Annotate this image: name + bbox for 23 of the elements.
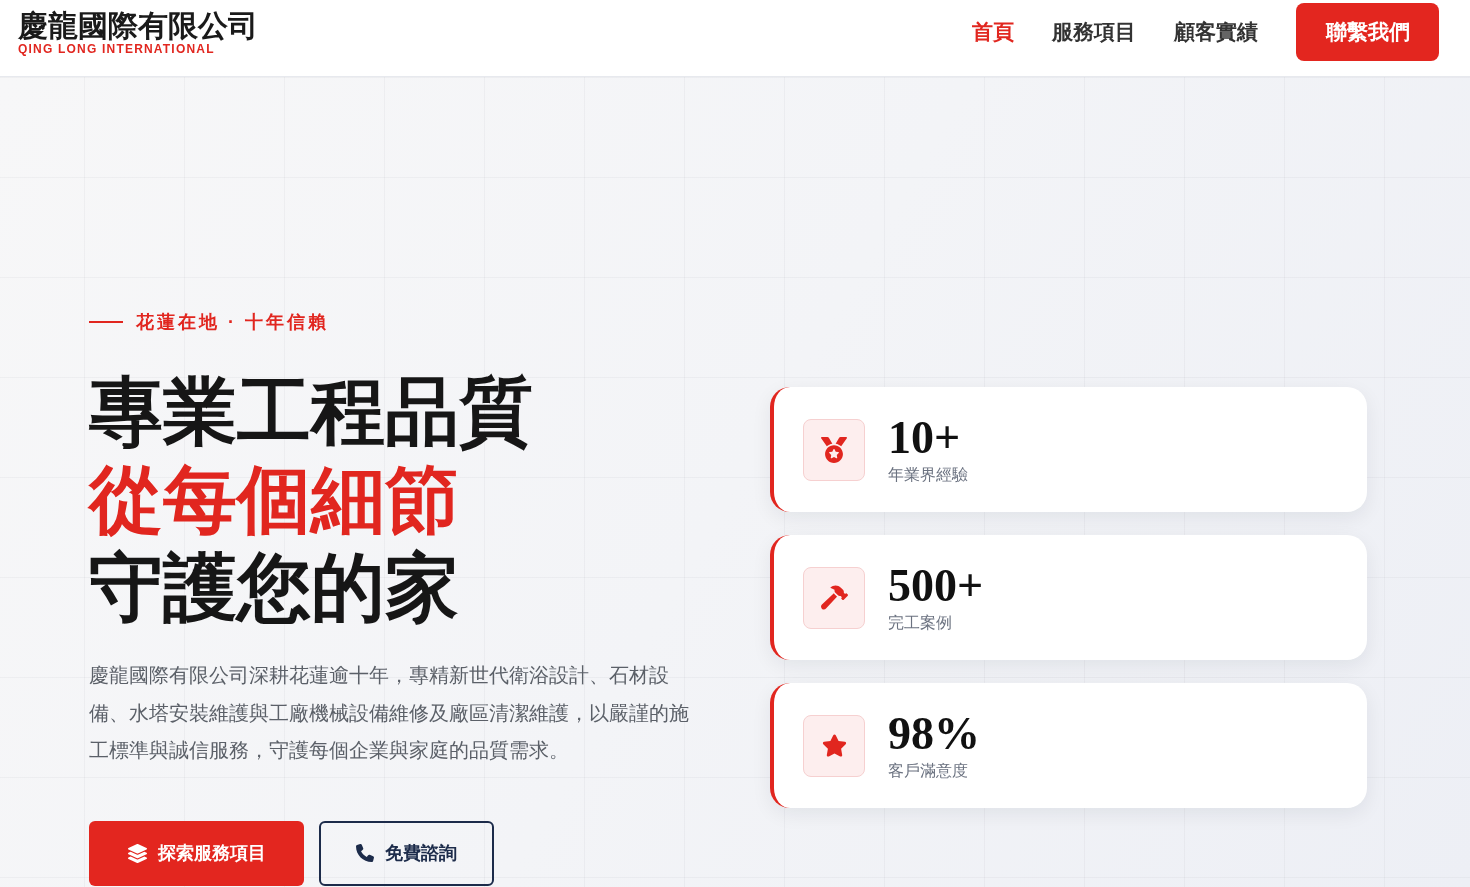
company-name: 慶龍國際有限公司 <box>18 8 258 42</box>
contact-button[interactable]: 聯繫我們 <box>1296 3 1439 61</box>
phone-icon <box>356 844 374 862</box>
nav-link[interactable]: 首頁 <box>972 16 1014 48</box>
nav-link[interactable]: 服務項目 <box>1052 16 1136 48</box>
hammer-icon <box>803 566 865 629</box>
stat-value: 98% <box>888 709 980 758</box>
nav-link[interactable]: 顧客實績 <box>1174 16 1258 48</box>
stat-value: 500+ <box>888 561 984 610</box>
hero-heading-line: 專業工程品質 <box>89 370 533 455</box>
stat-label: 完工案例 <box>888 612 953 633</box>
hero-heading-line: 從每個細節 <box>89 458 459 543</box>
layers-icon <box>127 843 147 863</box>
stat-value: 10+ <box>888 413 962 462</box>
stat-label: 年業界經驗 <box>888 464 968 485</box>
hero-heading-line: 守護您的家 <box>89 546 459 631</box>
stat-label: 客戶滿意度 <box>888 760 969 781</box>
medal-icon <box>803 418 865 481</box>
company-subtitle: QING LONG INTERNATIONAL <box>18 41 216 56</box>
explore-services-button[interactable]: 探索服務項目 <box>89 820 304 886</box>
hero-tagline: 花蓮在地 · 十年信賴 <box>136 311 329 334</box>
consult-button[interactable]: 免費諮詢 <box>319 820 494 886</box>
hero-description: 慶龍國際有限公司深耕花蓮逾十年，專精新世代衛浴設計、石材設備、水塔安裝維護與工廠機械設備維修及廠區清潔維護，以嚴謹的施工標準與誠信服務，守護每個企業與家庭的品質需求。 <box>89 663 690 763</box>
